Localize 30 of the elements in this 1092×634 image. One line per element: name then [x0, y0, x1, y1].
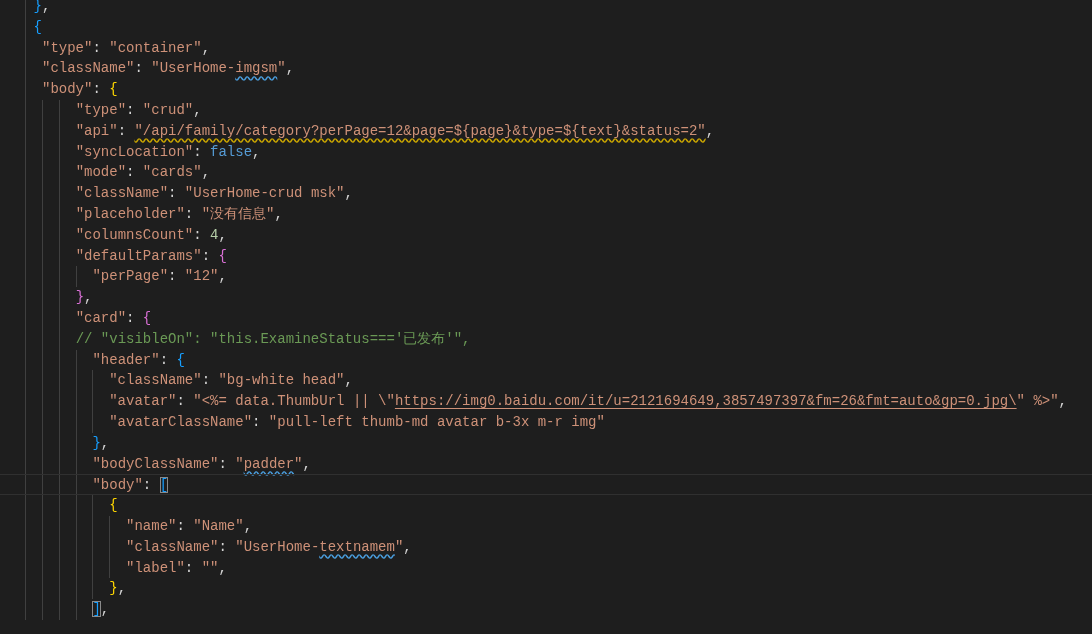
code-line: "className": "UserHome-textnamem",	[126, 538, 412, 555]
code-line: },	[33, 0, 51, 14]
code-line: "className": "UserHome-crud msk",	[75, 185, 353, 202]
code-line: "name": "Name",	[126, 517, 253, 534]
code-line: "header": {	[92, 351, 185, 368]
code-line: "label": "",	[126, 559, 227, 576]
code-line: },	[75, 289, 93, 306]
code-line: "avatar": "<%= data.ThumbUrl || \"https://img0.baidu.com/it/u=2121694649,3857497397&fm=26&fmt=auto&gp=0.jpg\" %>",	[109, 393, 1067, 410]
code-line: "defaultParams": {	[75, 247, 227, 264]
code-line: "mode": "cards",	[75, 164, 211, 181]
code-line: "api": "/api/family/category?perPage=12&page=${page}&type=${text}&status=2",	[75, 122, 715, 139]
code-line: "body": [	[92, 477, 169, 494]
code-line: "type": "container",	[42, 39, 211, 56]
code-line: "perPage": "12",	[92, 268, 227, 285]
code-line: "type": "crud",	[75, 102, 202, 118]
code-line: "columnsCount": 4,	[75, 226, 227, 243]
code-line: },	[92, 434, 110, 451]
code-line: "body": {	[42, 81, 118, 98]
code-line: {	[33, 18, 42, 35]
code-comment: // "visibleOn": "this.ExamineStatus==='已发布'",	[75, 330, 471, 347]
code-line: },	[109, 580, 127, 597]
code-line: "className": "bg-white head",	[109, 372, 353, 389]
code-line: "placeholder": "没有信息",	[75, 205, 283, 222]
code-line: ],	[92, 601, 110, 618]
code-line: "avatarClassName": "pull-left thumb-md avatar b-3x m-r img"	[109, 413, 605, 430]
code-line: {	[109, 497, 118, 514]
code-line: "bodyClassName": "padder",	[92, 455, 311, 472]
code-line: "className": "UserHome-imgsm",	[42, 60, 295, 77]
code-line: "syncLocation": false,	[75, 143, 261, 160]
code-line: "card": {	[75, 309, 152, 326]
